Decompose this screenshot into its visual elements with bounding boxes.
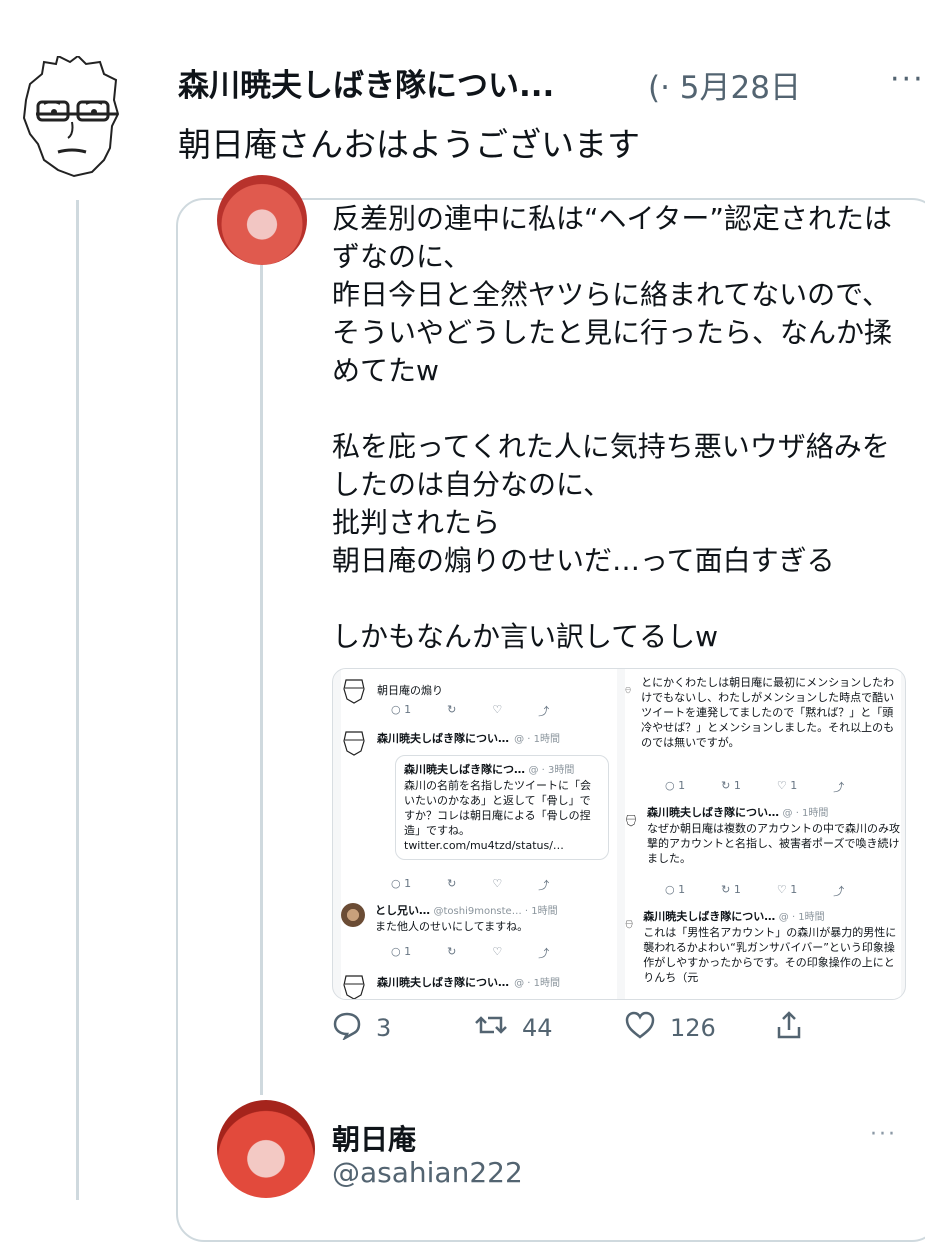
avatar-face-icon <box>625 687 631 694</box>
reply-count: 3 <box>376 1014 392 1042</box>
retweet-icon <box>474 1010 508 1046</box>
quoted-avatar[interactable] <box>217 175 307 265</box>
reply-icon[interactable]: ○ 1 <box>391 945 411 961</box>
avatar-face-icon <box>343 679 365 704</box>
reply-icon[interactable]: ○ 1 <box>665 779 685 795</box>
tweet-meta[interactable]: (· 5月28日 <box>648 62 801 107</box>
reply-button[interactable]: 3 <box>332 1010 391 1046</box>
quoted-paragraph-2: 私を庇ってくれた人に気持ち悪いウザ絡みをしたのは自分なのに、 批判されたら 朝日… <box>332 430 890 577</box>
avatar-face-icon <box>625 920 633 929</box>
screenshot-name-3: 森川暁夫しばき隊につい… <box>377 976 509 989</box>
inner-quote-link[interactable]: twitter.com/mu4tzd/status/… <box>404 838 600 853</box>
reply-icon[interactable]: ○ 1 <box>665 883 685 899</box>
author-avatar[interactable] <box>16 54 128 184</box>
screenshot-left-column: 朝日庵の煽り ○ 1 ↻ ♡ ⤴ 森川暁夫しばき隊につい… @ · 1時間 森川… <box>341 669 617 999</box>
inner-quote-meta: @ · 3時間 <box>528 765 575 776</box>
quoted-paragraph-3: しかもなんか言い訳してるしw <box>332 620 719 653</box>
next-tweet-name[interactable]: 朝日庵 <box>332 1118 416 1158</box>
tweet-actions: 3 44 126 <box>332 1010 812 1054</box>
reply-icon[interactable]: ○ 1 <box>391 703 411 719</box>
like-icon[interactable]: ♡ 1 <box>777 779 797 795</box>
share-icon[interactable]: ⤴ <box>538 703 549 719</box>
thread-line <box>76 200 79 1200</box>
share-icon[interactable]: ⤴ <box>538 877 549 893</box>
embedded-screenshot[interactable]: 朝日庵の煽り ○ 1 ↻ ♡ ⤴ 森川暁夫しばき隊につい… @ · 1時間 森川… <box>332 668 906 1000</box>
screenshot-right-column: とにかくわたしは朝日庵に最初にメンションしたわけでもないし、わたしがメンションし… <box>625 669 901 999</box>
avatar-face-icon <box>343 975 365 999</box>
tweet-text: 朝日庵さんおはようございます <box>178 125 640 164</box>
heart-icon <box>624 1010 656 1046</box>
inner-quote-name: 森川暁夫しばき隊につ… <box>404 763 525 776</box>
quoted-body: 反差別の連中に私は“ヘイター”認定されたはずなのに、 昨日今日と全然ヤツらに絡ま… <box>332 200 912 656</box>
like-count: 126 <box>670 1014 716 1042</box>
right-meta-2: @ · 1時間 <box>778 912 825 923</box>
more-icon[interactable]: ··· <box>890 62 925 97</box>
screenshot-meta-3: @ · 1時間 <box>514 978 560 989</box>
right-name-2: 森川暁夫しばき隊につい… <box>643 910 776 923</box>
screenshot-top-text: 朝日庵の煽り <box>377 683 443 697</box>
like-icon[interactable]: ♡ <box>492 703 502 719</box>
like-icon[interactable]: ♡ <box>492 877 502 893</box>
screenshot-meta-1: @ · 1時間 <box>514 734 560 745</box>
like-button[interactable]: 126 <box>624 1010 716 1046</box>
share-icon <box>774 1010 804 1046</box>
screenshot-name-1: 森川暁夫しばき隊につい… <box>377 732 509 745</box>
share-button[interactable] <box>774 1010 804 1046</box>
right-text-1: とにかくわたしは朝日庵に最初にメンションしたわけでもないし、わたしがメンションし… <box>641 676 895 749</box>
quoted-paragraph-1: 反差別の連中に私は“ヘイター”認定されたはずなのに、 昨日今日と全然ヤツらに絡ま… <box>332 202 893 387</box>
right-meta-1: @ · 1時間 <box>782 808 829 819</box>
quoted-thread-line <box>260 265 263 1095</box>
retweet-icon[interactable]: ↻ 1 <box>721 883 741 899</box>
like-icon[interactable]: ♡ 1 <box>777 883 797 899</box>
retweet-count: 44 <box>522 1014 553 1042</box>
share-icon[interactable]: ⤴ <box>833 883 844 899</box>
share-icon[interactable]: ⤴ <box>538 945 549 961</box>
retweet-icon[interactable]: ↻ 1 <box>721 779 741 795</box>
screenshot-meta-2: @toshi9monste… · 1時間 <box>433 906 558 917</box>
screenshot-name-2: とし兄い… <box>375 904 430 917</box>
avatar-photo <box>341 903 365 927</box>
retweet-icon[interactable]: ↻ <box>447 703 456 719</box>
right-text-2: なぜか朝日庵は複数のアカウントの中で森川のみ攻撃的アカウントと名指し、被害者ポー… <box>647 822 901 865</box>
retweet-button[interactable]: 44 <box>474 1010 553 1046</box>
reply-icon <box>332 1010 362 1046</box>
screenshot-text-2: また他人のせいにしてますね。 <box>375 920 529 933</box>
retweet-icon[interactable]: ↻ <box>447 945 456 961</box>
inner-quote-text: 森川の名前を名指したツイートに「会いたいのかなあ」と返して「骨し」ですか？コレは… <box>404 779 591 837</box>
more-icon[interactable]: ··· <box>870 1122 897 1147</box>
next-tweet-handle[interactable]: @asahian222 <box>332 1156 523 1189</box>
author-name[interactable]: 森川暁夫しばき隊につい... <box>178 60 554 105</box>
avatar-face-icon <box>343 731 365 756</box>
right-text-3: これは「男性名アカウント」の森川が暴力的男性に襲われるかよわい“乳ガンサバイバー… <box>643 926 897 984</box>
right-name-1: 森川暁夫しばき隊につい… <box>647 806 780 819</box>
next-tweet-avatar[interactable] <box>217 1100 315 1198</box>
retweet-icon[interactable]: ↻ <box>447 877 456 893</box>
avatar-face-icon <box>626 815 636 827</box>
like-icon[interactable]: ♡ <box>492 945 502 961</box>
share-icon[interactable]: ⤴ <box>833 779 844 795</box>
reply-icon[interactable]: ○ 1 <box>391 877 411 893</box>
